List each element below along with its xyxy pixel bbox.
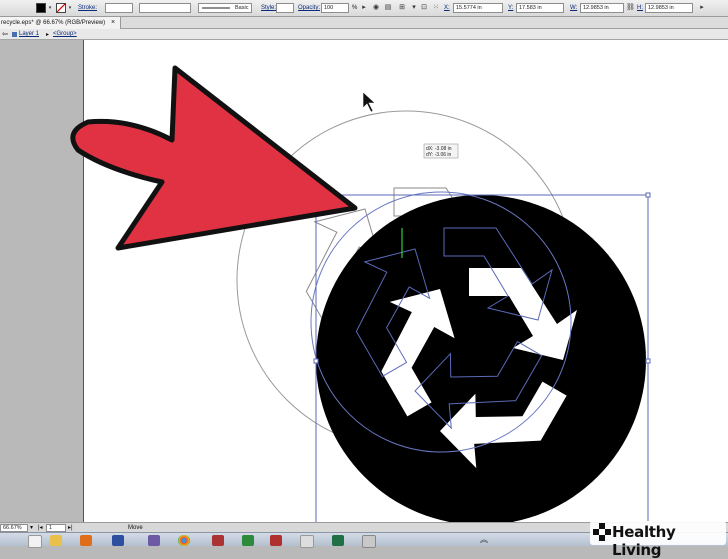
variable-width-field[interactable]	[139, 3, 191, 13]
graphic-style-field[interactable]	[276, 3, 294, 13]
bounding-box-handle-right[interactable]	[645, 358, 651, 364]
x-position-field[interactable]: 15.5774 in	[453, 3, 503, 13]
show-hidden-icons-icon[interactable]: ︽	[480, 534, 488, 545]
bounding-box-handle-top-right[interactable]	[645, 192, 651, 198]
taskbar-folder-icon[interactable]	[50, 535, 62, 546]
taskbar-explorer-icon[interactable]	[28, 535, 42, 548]
recycle-disc[interactable]	[316, 195, 646, 522]
isolation-breadcrumb: ⇦ Layer 1 ▸ <Group>	[0, 29, 728, 40]
taskbar-photoshop-icon[interactable]	[112, 535, 124, 546]
bounding-box-handle-left[interactable]	[313, 358, 319, 364]
opacity-field[interactable]: 100	[321, 3, 349, 13]
y-position-field[interactable]: 17.583 in	[516, 3, 564, 13]
w-label[interactable]: W:	[570, 5, 577, 11]
breadcrumb-separator-icon: ▸	[46, 32, 50, 38]
align-dropdown-icon[interactable]: ▾	[410, 4, 418, 12]
taskbar-app-icon[interactable]	[212, 535, 224, 546]
recolor-artwork-icon[interactable]: ◉	[372, 4, 380, 12]
next-page-icon[interactable]: ▸|	[68, 524, 73, 531]
reference-point-icon[interactable]: ⁙	[432, 4, 440, 12]
control-bar: ▾ ▾ Stroke: Basic Style: Opacity: 100 % …	[0, 0, 728, 17]
breadcrumb-layer[interactable]: Layer 1	[19, 31, 39, 37]
align-to-icon[interactable]: ⊞	[398, 4, 406, 12]
document-tab[interactable]: recycle.eps* @ 66.67% (RGB/Preview) ×	[0, 17, 121, 29]
document-setup-icon[interactable]: ▤	[384, 4, 392, 12]
y-label[interactable]: Y:	[508, 5, 513, 11]
back-arrow-icon[interactable]: ⇦	[2, 30, 8, 38]
opacity-unit: %	[352, 5, 358, 11]
watermark: Healthy Living	[590, 521, 726, 559]
tooltip-dy: dY: -3.06 in	[426, 152, 452, 158]
taskbar-app-icon-3[interactable]	[362, 535, 376, 548]
document-tab-bar: recycle.eps* @ 66.67% (RGB/Preview) ×	[0, 17, 728, 29]
red-pointer-arrow	[70, 65, 358, 251]
current-tool-status: Move	[128, 525, 143, 531]
stroke-label[interactable]: Stroke:	[78, 5, 97, 11]
zoom-dropdown-icon[interactable]: ▾	[30, 524, 33, 531]
layer-color-icon	[12, 32, 17, 37]
close-tab-icon[interactable]: ×	[111, 19, 115, 26]
taskbar-chrome-icon[interactable]	[178, 535, 190, 546]
artwork-layer[interactable]: dX: -3.08 in dY: -3.06 in	[0, 40, 728, 522]
taskbar-acrobat-icon[interactable]	[270, 535, 282, 546]
opacity-label[interactable]: Opacity:	[298, 5, 320, 11]
mouse-cursor-icon	[362, 91, 376, 113]
opacity-arrow-icon[interactable]: ▸	[360, 4, 368, 12]
h-label[interactable]: H:	[637, 5, 643, 11]
fill-dropdown-icon[interactable]: ▾	[47, 3, 53, 13]
taskbar-indesign-icon[interactable]	[148, 535, 160, 546]
page-field[interactable]: 1	[46, 524, 66, 532]
canvas-area[interactable]: dX: -3.08 in dY: -3.06 in	[0, 40, 728, 522]
x-label[interactable]: X:	[444, 5, 450, 11]
zoom-field[interactable]: 66.67%	[0, 524, 28, 532]
style-label[interactable]: Style:	[261, 5, 276, 11]
watermark-brand: Healthy Living	[612, 523, 676, 559]
constrain-proportions-icon[interactable]: ⛓	[626, 4, 635, 12]
stroke-none-swatch[interactable]	[56, 3, 66, 13]
breadcrumb-group[interactable]: <Group>	[53, 31, 77, 37]
stroke-profile-field[interactable]: Basic	[198, 3, 252, 13]
taskbar-document-icon[interactable]	[300, 535, 314, 548]
width-field[interactable]: 12.9853 in	[580, 3, 624, 13]
height-field[interactable]: 12.9853 in	[645, 3, 693, 13]
stroke-profile-value: Basic	[235, 5, 249, 11]
more-options-icon[interactable]: ▸	[698, 4, 706, 12]
stroke-weight-field[interactable]	[105, 3, 133, 13]
healthy-living-logo-icon	[593, 523, 611, 541]
taskbar-illustrator-icon[interactable]	[80, 535, 92, 546]
document-tab-title: recycle.eps* @ 66.67% (RGB/Preview)	[1, 20, 106, 26]
taskbar-excel-icon[interactable]	[332, 535, 344, 546]
fill-color-swatch[interactable]	[36, 3, 46, 13]
transform-panel-icon[interactable]: ⊡	[420, 4, 428, 12]
first-page-icon[interactable]: |◂	[38, 524, 43, 531]
taskbar-app-icon-2[interactable]	[242, 535, 254, 546]
stroke-color-dropdown-icon[interactable]: ▾	[67, 3, 73, 13]
move-tooltip: dX: -3.08 in dY: -3.06 in	[423, 143, 459, 159]
